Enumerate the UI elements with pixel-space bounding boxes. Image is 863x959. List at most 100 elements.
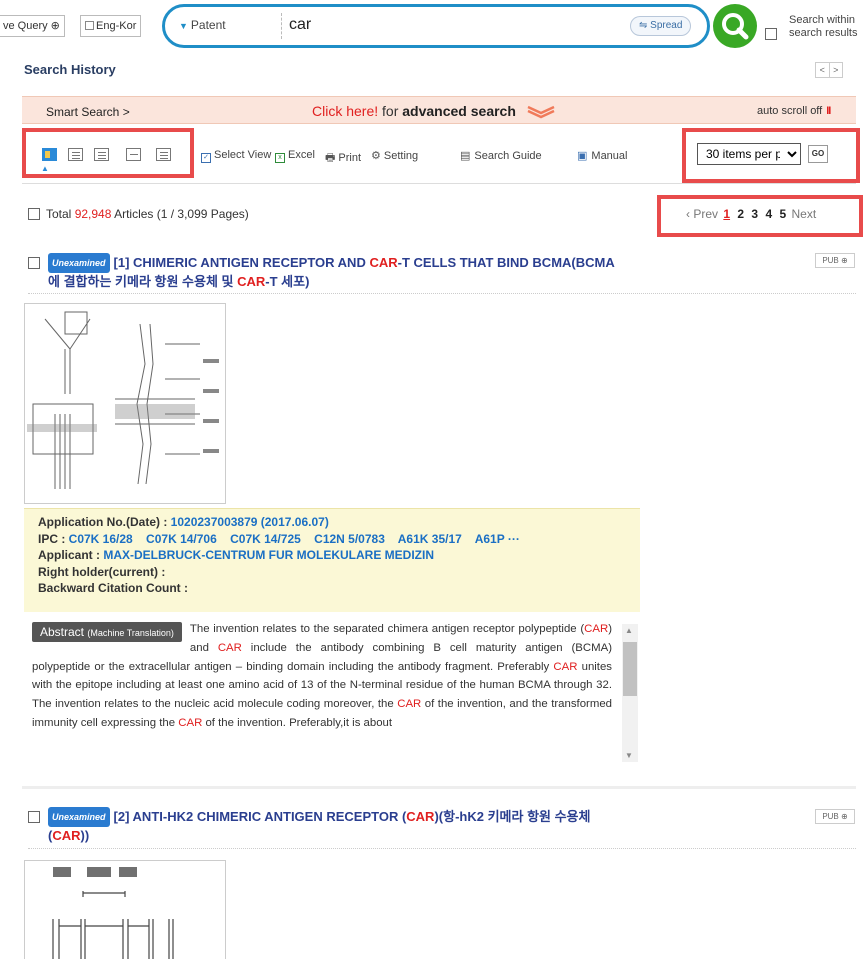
pause-icon: II: [826, 105, 831, 117]
divider: [28, 848, 856, 849]
click-here-text: Click here!: [312, 103, 379, 119]
scroll-up-icon[interactable]: ▲: [625, 626, 633, 635]
history-nav: < >: [815, 62, 843, 78]
title-part: [2] ANTI-HK2 CHIMERIC ANTIGEN RECEPTOR (: [113, 809, 407, 824]
annotation-box-pagination: [657, 195, 863, 237]
search-type-label: Patent: [190, 18, 226, 32]
annotation-box-per-page: [682, 128, 860, 183]
total-count: 92,948: [74, 207, 112, 221]
book-icon: ▤: [460, 150, 471, 162]
total-articles: Total 92,948 Articles (1 / 3,099 Pages): [28, 207, 249, 221]
search-within-label-2: search results: [789, 27, 858, 39]
ipc-label: IPC :: [38, 531, 69, 546]
eng-kor-label: Eng-Kor: [96, 20, 137, 32]
total-suffix: Articles (1 / 3,099 Pages): [111, 207, 249, 221]
spread-label: Spread: [650, 20, 683, 31]
search-history-title[interactable]: Search History: [24, 62, 116, 77]
search-box: ▼Patent ⇋ Spread: [162, 4, 710, 48]
search-within-label-1: Search within: [789, 14, 856, 26]
history-prev-button[interactable]: <: [816, 63, 830, 77]
result-title[interactable]: Unexamined [2] ANTI-HK2 CHIMERIC ANTIGEN …: [28, 807, 728, 845]
title-highlight: CAR: [52, 828, 81, 843]
excel-button[interactable]: x Excel: [275, 149, 315, 163]
smart-search-toggle[interactable]: Smart Search >: [46, 105, 130, 119]
spread-button[interactable]: ⇋ Spread: [630, 16, 692, 36]
ipc-row: IPC : C07K 16/28 C07K 14/706 C07K 14/725…: [38, 531, 626, 548]
auto-scroll-label: auto scroll off: [757, 105, 823, 117]
bibliographic-info: Application No.(Date) : 1020237003879 (2…: [24, 508, 640, 612]
excel-label: Excel: [288, 149, 315, 161]
smart-search-bar: Smart Search > Click here! for advanced …: [22, 96, 856, 124]
gear-icon: ⚙: [371, 150, 381, 162]
result-thumbnail[interactable]: [24, 860, 226, 959]
application-label: Application No.(Date) :: [38, 515, 171, 529]
pub-button[interactable]: PUB ⊕: [815, 809, 855, 824]
abstract-panel[interactable]: Abstract (Machine Translation) The inven…: [24, 620, 640, 764]
patent-drawing-image: [52, 867, 174, 959]
setting-button[interactable]: ⚙ Setting: [371, 149, 418, 162]
print-label: Print: [338, 152, 362, 164]
checkbox-icon: [85, 21, 94, 30]
right-holder-row: Right holder(current) :: [38, 564, 166, 579]
result-checkbox[interactable]: [28, 257, 40, 269]
application-number-row: Application No.(Date) : 1020237003879 (2…: [38, 514, 626, 531]
checkbox-icon: ✓: [201, 153, 211, 163]
chevron-down-icon: [527, 106, 555, 119]
abstract-label: Abstract (Machine Translation): [32, 622, 182, 642]
spread-icon: ⇋: [639, 20, 648, 31]
scroll-down-icon[interactable]: ▼: [625, 751, 633, 760]
title-highlight: CAR: [406, 809, 435, 824]
annotation-box-view-icons: [22, 128, 194, 178]
manual-button[interactable]: ▣ Manual: [577, 149, 627, 162]
advanced-search-link[interactable]: Click here! for advanced search: [312, 103, 556, 119]
search-guide-label: Search Guide: [474, 150, 542, 162]
divider: [28, 293, 856, 294]
search-button[interactable]: [713, 4, 757, 48]
search-within-checkbox[interactable]: [765, 28, 777, 40]
status-badge: Unexamined: [48, 807, 110, 827]
manual-icon: ▣: [577, 150, 588, 162]
applicant-row: Applicant : MAX-DELBRUCK-CENTRUM FUR MOL…: [38, 547, 626, 564]
search-type-select[interactable]: ▼ Patent: [179, 18, 226, 32]
ipc-codes[interactable]: C07K 16/28 C07K 14/706 C07K 14/725 C12N …: [69, 532, 520, 546]
application-number-link[interactable]: 1020237003879 (2017.06.07): [171, 515, 329, 529]
title-part: )(항-hK2 키메라 항원 수용체: [434, 809, 591, 824]
search-guide-button[interactable]: ▤ Search Guide: [460, 149, 542, 162]
search-divider: [281, 13, 282, 39]
applicant-link[interactable]: MAX-DELBRUCK-CENTRUM FUR MOLEKULARE MEDI…: [103, 548, 434, 562]
dropdown-arrow-icon: ▼: [179, 21, 188, 31]
manual-label: Manual: [591, 150, 628, 162]
title-highlight: CAR: [369, 255, 398, 270]
select-view-label: Select View: [214, 149, 272, 161]
title-part: [1] CHIMERIC ANTIGEN RECEPTOR AND: [113, 255, 370, 270]
abstract-scrollbar[interactable]: ▲ ▼: [622, 624, 638, 762]
select-view-button[interactable]: ✓ Select View: [201, 149, 271, 163]
click-for-text: for: [378, 103, 403, 119]
result-separator: [22, 786, 856, 789]
select-all-checkbox[interactable]: [28, 208, 40, 220]
scroll-thumb[interactable]: [623, 642, 637, 696]
title-part: 에 결합하는 키메라 항원 수용체 및: [48, 274, 238, 289]
patent-drawing-image: [27, 311, 219, 489]
auto-scroll-toggle[interactable]: auto scroll off II: [757, 105, 831, 117]
title-part: -T CELLS THAT BIND BCMA(BCMA: [397, 255, 615, 270]
search-icon: [722, 13, 749, 40]
eng-kor-toggle[interactable]: Eng-Kor: [80, 15, 142, 37]
print-button[interactable]: 🖶 Print: [325, 149, 361, 168]
pub-button[interactable]: PUB ⊕: [815, 253, 855, 268]
title-part: -T 세포): [265, 274, 310, 289]
applicant-label: Applicant :: [38, 548, 104, 562]
status-badge: Unexamined: [48, 253, 110, 273]
result-thumbnail[interactable]: [24, 303, 226, 504]
printer-icon: 🖶: [325, 152, 336, 164]
title-highlight: CAR: [237, 274, 266, 289]
result-title[interactable]: Unexamined [1] CHIMERIC ANTIGEN RECEPTOR …: [28, 253, 728, 291]
search-input[interactable]: [289, 16, 619, 34]
excel-icon: x: [275, 153, 285, 163]
advanced-query-button[interactable]: ve Query ⊕: [0, 15, 65, 37]
backward-citation-row: Backward Citation Count :: [38, 581, 189, 595]
title-part: )): [80, 828, 90, 843]
history-next-button[interactable]: >: [830, 63, 843, 77]
advanced-search-text: advanced search: [402, 103, 516, 119]
result-checkbox[interactable]: [28, 811, 40, 823]
